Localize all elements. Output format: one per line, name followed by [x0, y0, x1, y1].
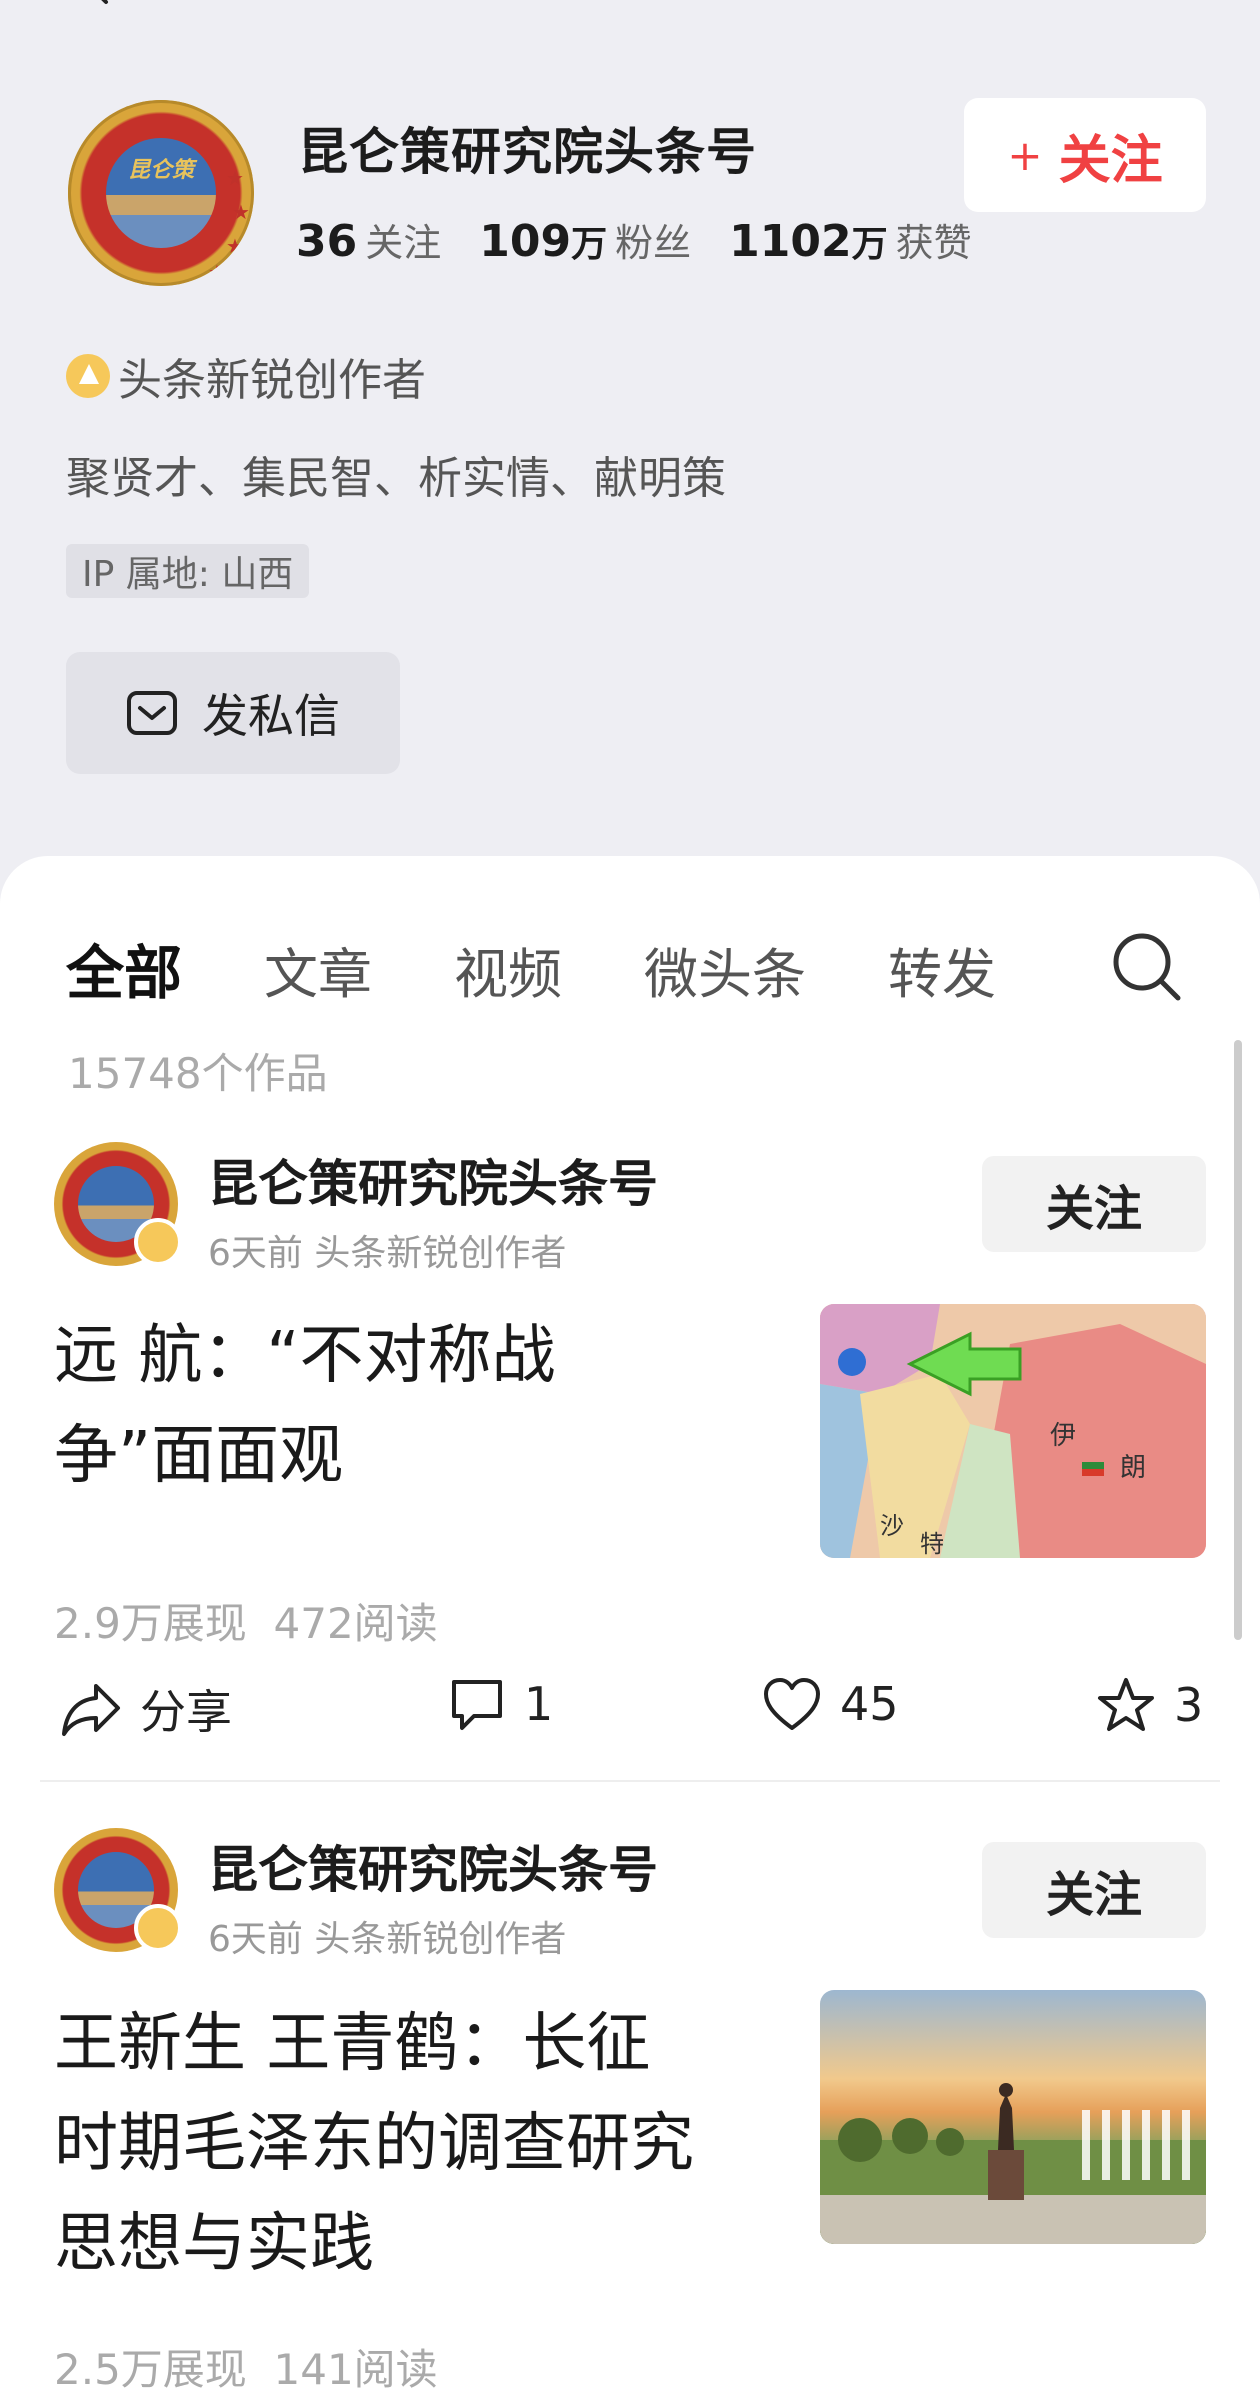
creator-badge-icon — [66, 354, 110, 398]
tab-reposts[interactable]: 转发 — [888, 930, 996, 1009]
post-title[interactable]: 远 航：“不对称战 争”面面观 — [54, 1306, 556, 1506]
tab-videos[interactable]: 视频 — [454, 930, 562, 1009]
favorite-button[interactable]: 3 — [1096, 1676, 1203, 1734]
likes-label: 获赞 — [895, 221, 972, 265]
map-label: 朗 — [1120, 1453, 1146, 1483]
fans-unit: 万 — [571, 224, 608, 265]
works-count: 15748个作品 — [68, 1049, 328, 1098]
post-title-line: 王新生 王青鹤：长征 — [54, 2007, 651, 2081]
share-icon — [62, 1684, 120, 1736]
star-icon — [1098, 1678, 1154, 1731]
post-thumbnail-statue[interactable] — [820, 1990, 1206, 2244]
back-arrow-icon[interactable] — [80, 0, 116, 6]
comment-button[interactable]: 1 — [448, 1676, 553, 1732]
post-thumbnail-map[interactable]: 伊 朗 沙 特 — [820, 1304, 1206, 1558]
post-author-name[interactable]: 昆仑策研究院头条号 — [208, 1144, 658, 1216]
follow-button[interactable]: + 关注 — [964, 98, 1206, 212]
post-title[interactable]: 王新生 王青鹤：长征 时期毛泽东的调查研究 思想与实践 — [54, 1994, 694, 2294]
plus-icon: + — [1007, 130, 1043, 180]
tab-articles[interactable]: 文章 — [264, 930, 372, 1009]
post-reads: 141阅读 — [273, 2345, 438, 2394]
verified-badge-icon — [134, 1218, 182, 1266]
statue-image — [820, 2083, 1206, 2244]
profile-avatar[interactable]: 昆仑策 ★ ★ ★ ★ — [68, 100, 254, 286]
map-label: 沙 — [880, 1512, 904, 1540]
favorite-count: 3 — [1174, 1678, 1204, 1732]
post-title-line: 远 航：“不对称战 — [54, 1319, 556, 1393]
star-icon: ★ — [226, 166, 244, 190]
envelope-icon — [127, 691, 177, 735]
comment-icon — [452, 1680, 502, 1730]
following-count[interactable]: 36 — [296, 216, 357, 267]
post-author-avatar[interactable] — [54, 1828, 182, 1952]
comment-count: 1 — [524, 1677, 554, 1731]
post-reads: 472阅读 — [273, 1599, 438, 1648]
profile-stats: 36 关注 109 万 粉丝 1102 万 获赞 — [296, 212, 1010, 267]
post-title-line: 思想与实践 — [54, 2207, 374, 2281]
avatar-logo-text: 昆仑策 — [128, 158, 195, 183]
follow-button-label: 关注 — [1058, 130, 1163, 191]
star-icon: ★ — [208, 260, 226, 284]
post-author-avatar[interactable] — [54, 1142, 182, 1266]
share-label: 分享 — [140, 1685, 232, 1739]
map-image: 伊 朗 沙 特 — [820, 1304, 1206, 1558]
fans-count[interactable]: 109 — [479, 216, 571, 267]
post-views: 2.5万展现 — [54, 2345, 247, 2394]
post-meta: 6天前 头条新锐创作者 — [208, 1919, 567, 1960]
star-icon: ★ — [232, 200, 250, 224]
tab-all[interactable]: 全部 — [66, 926, 182, 1010]
private-message-button[interactable]: 发私信 — [66, 652, 400, 774]
like-count: 45 — [840, 1677, 899, 1731]
map-label: 伊 — [1050, 1421, 1076, 1451]
scrollbar[interactable] — [1234, 1040, 1242, 1640]
post-divider — [40, 1780, 1220, 1782]
map-label: 特 — [920, 1530, 944, 1558]
following-label: 关注 — [365, 221, 442, 265]
fans-label: 粉丝 — [615, 221, 692, 265]
post-follow-button[interactable]: 关注 — [982, 1842, 1206, 1938]
likes-count[interactable]: 1102 — [729, 216, 851, 267]
star-icon: ★ — [226, 234, 244, 258]
post-stats: 2.5万展现 141阅读 — [54, 2336, 438, 2397]
share-button[interactable]: 分享 — [60, 1676, 232, 1742]
tab-micro-posts[interactable]: 微头条 — [644, 930, 806, 1009]
like-button[interactable]: 45 — [762, 1676, 899, 1732]
profile-name: 昆仑策研究院头条号 — [298, 123, 757, 181]
post-views: 2.9万展现 — [54, 1599, 247, 1648]
post-title-line: 时期毛泽东的调查研究 — [54, 2107, 694, 2181]
post-author-name[interactable]: 昆仑策研究院头条号 — [208, 1830, 658, 1902]
profile-bio: 聚贤才、集民智、析实情、献明策 — [66, 453, 726, 504]
private-message-label: 发私信 — [202, 689, 340, 743]
post-title-line: 争”面面观 — [54, 1419, 344, 1493]
heart-icon — [764, 1678, 820, 1730]
post-meta: 6天前 头条新锐创作者 — [208, 1233, 567, 1274]
verified-badge-icon — [134, 1904, 182, 1952]
creator-badge-label: 头条新锐创作者 — [118, 355, 426, 406]
creator-badge[interactable]: 头条新锐创作者 — [66, 344, 426, 408]
likes-unit: 万 — [851, 224, 888, 265]
ip-location-tag: IP 属地: 山西 — [66, 544, 310, 598]
post-follow-button[interactable]: 关注 — [982, 1156, 1206, 1252]
search-icon[interactable] — [1108, 928, 1184, 1004]
post-stats: 2.9万展现 472阅读 — [54, 1590, 438, 1651]
